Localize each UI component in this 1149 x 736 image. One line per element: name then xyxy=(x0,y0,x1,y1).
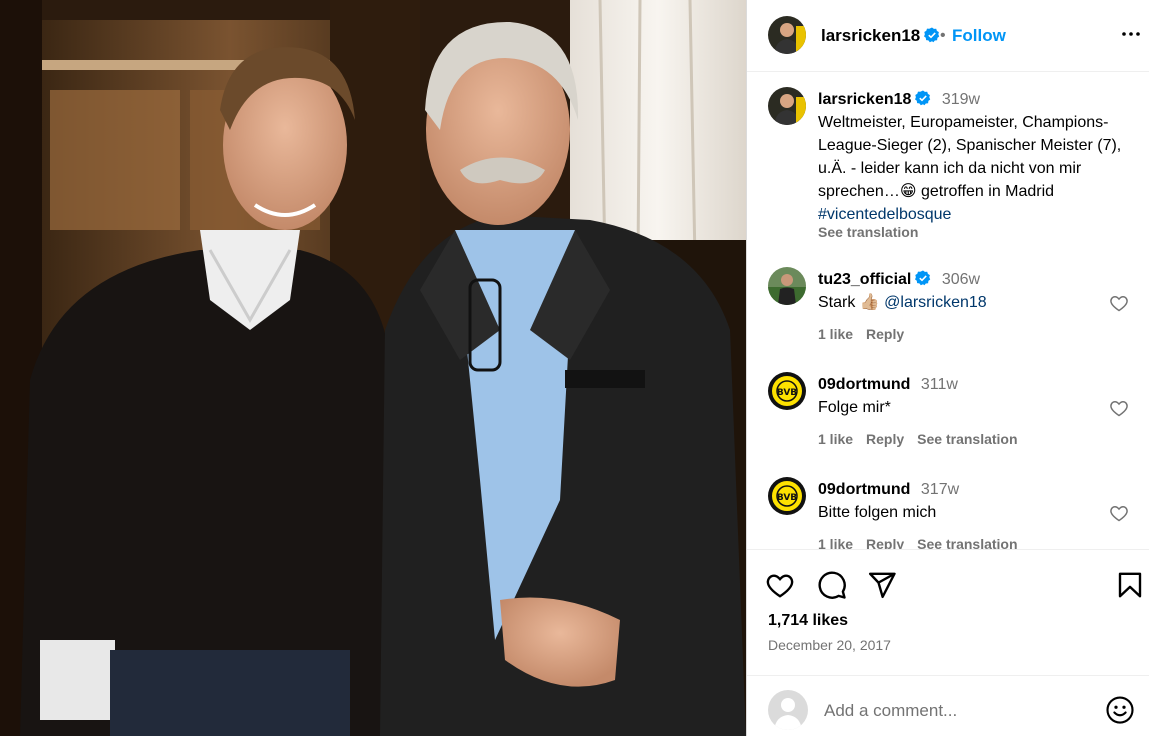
bookmark-icon[interactable] xyxy=(1115,570,1145,600)
post-actions: 1,714 likes December 20, 2017 xyxy=(747,549,1149,736)
comment-text: Stark 👍🏼 xyxy=(818,294,885,311)
caption-avatar[interactable] xyxy=(768,87,806,125)
comment-time[interactable]: 306w xyxy=(942,271,980,288)
post-date[interactable]: December 20, 2017 xyxy=(768,637,891,653)
verified-badge-icon xyxy=(924,27,940,43)
comment-like-heart-icon[interactable] xyxy=(1109,398,1129,418)
comment-body: 09dortmund 311w Folge mir* xyxy=(818,373,1138,419)
comment-meta: 1 like Reply See translation xyxy=(818,536,1031,549)
comment-reply[interactable]: Reply xyxy=(866,326,904,342)
author-username[interactable]: larsricken18 xyxy=(821,26,940,46)
emoji-icon[interactable] xyxy=(1105,695,1135,725)
comment-item: BVB 09dortmund 317w Bitte folgen mich 1 … xyxy=(747,477,1149,549)
comment-avatar[interactable]: BVB xyxy=(768,477,806,515)
comment-see-translation[interactable]: See translation xyxy=(917,536,1017,549)
caption-body: larsricken18 319w Weltmeister, Europamei… xyxy=(818,88,1138,226)
current-user-avatar xyxy=(768,690,808,730)
comment-meta: 1 like Reply See translation xyxy=(818,431,1031,447)
comments-list[interactable]: larsricken18 319w Weltmeister, Europamei… xyxy=(747,73,1149,549)
comment-reply[interactable]: Reply xyxy=(866,536,904,549)
caption-time[interactable]: 319w xyxy=(942,91,980,108)
caption-hashtag[interactable]: #vicentedelbosque xyxy=(818,206,951,223)
likes-count[interactable]: 1,714 likes xyxy=(768,612,848,630)
svg-text:BVB: BVB xyxy=(777,493,797,503)
share-icon[interactable] xyxy=(867,570,897,600)
comment-avatar[interactable]: BVB xyxy=(768,372,806,410)
heart-icon[interactable] xyxy=(765,570,795,600)
post-sidebar: larsricken18 • Follow larsricken18 319w … xyxy=(746,0,1149,736)
comment-like-heart-icon[interactable] xyxy=(1109,293,1129,313)
author-avatar[interactable] xyxy=(768,16,806,54)
add-comment-bar xyxy=(747,675,1149,736)
caption-username[interactable]: larsricken18 xyxy=(818,91,911,108)
caption-see-translation[interactable]: See translation xyxy=(818,224,918,240)
comment-body: 09dortmund 317w Bitte folgen mich xyxy=(818,478,1138,524)
comment-item: BVB 09dortmund 311w Folge mir* 1 like Rep… xyxy=(747,372,1149,462)
comment-username[interactable]: 09dortmund xyxy=(818,376,910,393)
comment-time[interactable]: 317w xyxy=(921,481,959,498)
header-separator: • xyxy=(940,27,946,44)
comment-text: Folge mir* xyxy=(818,399,891,416)
comment-mention[interactable]: @larsricken18 xyxy=(884,294,987,311)
comment-likes[interactable]: 1 like xyxy=(818,536,853,549)
post-caption: larsricken18 319w Weltmeister, Europamei… xyxy=(747,87,1149,247)
caption-text: Weltmeister, Europameister, Champions-Le… xyxy=(818,114,1122,200)
svg-text:BVB: BVB xyxy=(777,388,797,398)
comment-time[interactable]: 311w xyxy=(921,376,958,393)
comment-icon[interactable] xyxy=(817,570,847,600)
follow-button[interactable]: Follow xyxy=(952,26,1006,46)
more-icon[interactable] xyxy=(1119,22,1143,46)
post-photo[interactable] xyxy=(0,0,746,736)
comment-username[interactable]: tu23_official xyxy=(818,271,911,288)
comment-avatar[interactable] xyxy=(768,267,806,305)
verified-badge-icon xyxy=(915,270,931,286)
post-header: larsricken18 • Follow xyxy=(747,0,1149,72)
comment-item: tu23_official 306w Stark 👍🏼 @larsricken1… xyxy=(747,267,1149,357)
comment-reply[interactable]: Reply xyxy=(866,431,904,447)
comment-text: Bitte folgen mich xyxy=(818,504,937,521)
comment-username[interactable]: 09dortmund xyxy=(818,481,910,498)
verified-badge-icon xyxy=(915,90,931,106)
comment-body: tu23_official 306w Stark 👍🏼 @larsricken1… xyxy=(818,268,1138,314)
comment-meta: 1 like Reply xyxy=(818,326,917,342)
comment-like-heart-icon[interactable] xyxy=(1109,503,1129,523)
add-comment-input[interactable] xyxy=(824,698,1084,724)
comment-see-translation[interactable]: See translation xyxy=(917,431,1017,447)
comment-likes[interactable]: 1 like xyxy=(818,431,853,447)
comment-likes[interactable]: 1 like xyxy=(818,326,853,342)
